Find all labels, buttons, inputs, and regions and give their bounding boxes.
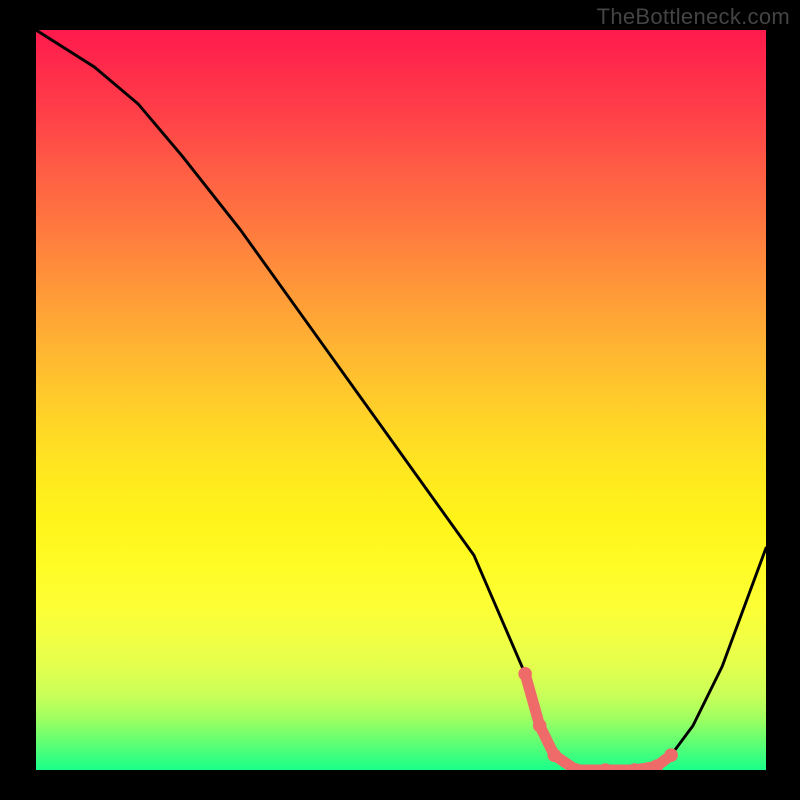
highlight-dot (650, 760, 664, 771)
main-curve (36, 30, 766, 770)
chart-plot-area (36, 30, 766, 770)
highlight-dot (599, 763, 613, 770)
highlight-dot (569, 763, 583, 770)
highlight-dot (518, 667, 532, 681)
highlight-dot (548, 748, 562, 762)
watermark-text: TheBottleneck.com (597, 4, 790, 30)
highlight-dot (628, 763, 642, 770)
highlight-dots (518, 667, 678, 770)
highlight-dot (664, 748, 678, 762)
chart-svg (36, 30, 766, 770)
highlight-segment (525, 674, 671, 770)
highlight-dot (533, 719, 547, 733)
